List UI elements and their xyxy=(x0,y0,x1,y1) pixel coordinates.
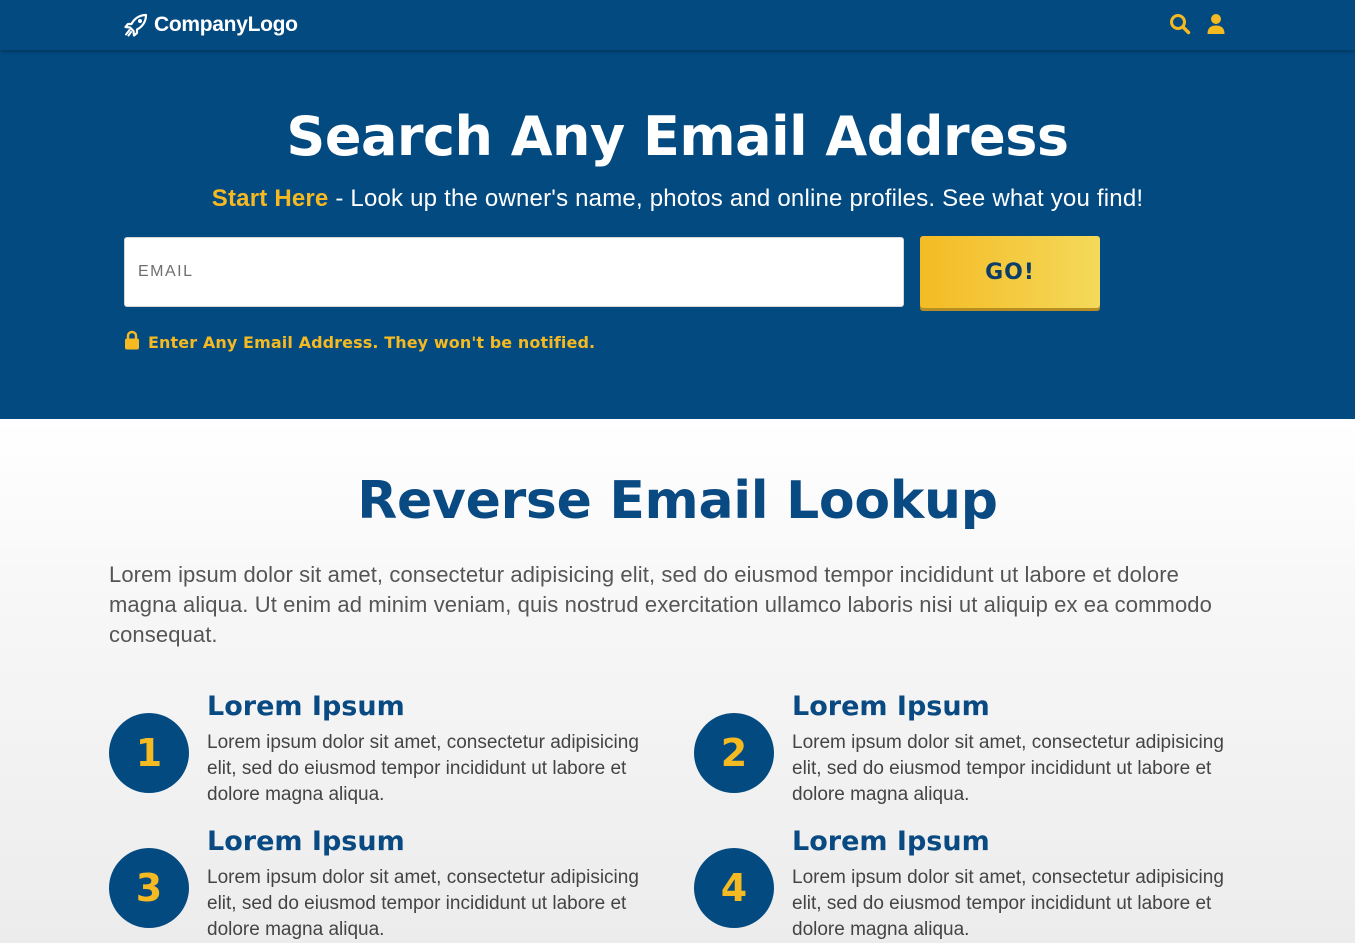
rocket-icon xyxy=(124,13,150,37)
feature-number-badge: 2 xyxy=(694,713,774,793)
email-input[interactable] xyxy=(124,237,904,307)
notice-text: Enter Any Email Address. They won't be n… xyxy=(148,332,596,352)
privacy-notice: Enter Any Email Address. They won't be n… xyxy=(124,330,595,354)
feature-item: 2 Lorem Ipsum Lorem ipsum dolor sit amet… xyxy=(694,690,1254,810)
hero-title: Search Any Email Address xyxy=(286,105,1069,168)
section-title: Reverse Email Lookup xyxy=(357,471,998,531)
feature-title: Lorem Ipsum xyxy=(792,691,990,722)
feature-title: Lorem Ipsum xyxy=(792,826,990,857)
navbar: CompanyLogo xyxy=(0,0,1355,50)
search-icon[interactable] xyxy=(1168,12,1192,36)
logo-text: CompanyLogo xyxy=(154,13,298,36)
feature-text: Lorem ipsum dolor sit amet, consectetur … xyxy=(792,732,1224,805)
feature-text: Lorem ipsum dolor sit amet, consectetur … xyxy=(207,867,639,940)
hero-subtitle-text: - Look up the owner's name, photos and o… xyxy=(328,185,1144,212)
hero-subtitle: Start Here - Look up the owner's name, p… xyxy=(0,184,1355,214)
feature-item: 3 Lorem Ipsum Lorem ipsum dolor sit amet… xyxy=(109,825,669,943)
feature-text: Lorem ipsum dolor sit amet, consectetur … xyxy=(207,732,639,805)
feature-item: 4 Lorem Ipsum Lorem ipsum dolor sit amet… xyxy=(694,825,1254,943)
hero-section: Search Any Email Address Start Here - Lo… xyxy=(0,50,1355,419)
start-here-label: Start Here xyxy=(211,185,329,212)
company-logo[interactable]: CompanyLogo xyxy=(124,11,298,39)
user-icon[interactable] xyxy=(1204,12,1228,36)
reverse-lookup-section: Reverse Email Lookup Lorem ipsum dolor s… xyxy=(0,419,1355,943)
lock-icon xyxy=(124,330,140,354)
feature-title: Lorem Ipsum xyxy=(207,826,405,857)
feature-item: 1 Lorem Ipsum Lorem ipsum dolor sit amet… xyxy=(109,690,669,810)
feature-text: Lorem ipsum dolor sit amet, consectetur … xyxy=(792,867,1224,940)
feature-number-badge: 3 xyxy=(109,848,189,928)
feature-title: Lorem Ipsum xyxy=(207,691,405,722)
feature-number-badge: 4 xyxy=(694,848,774,928)
feature-number-badge: 1 xyxy=(109,713,189,793)
section-description: Lorem ipsum dolor sit amet, consectetur … xyxy=(109,562,1212,647)
go-button[interactable]: GO! xyxy=(920,236,1100,308)
